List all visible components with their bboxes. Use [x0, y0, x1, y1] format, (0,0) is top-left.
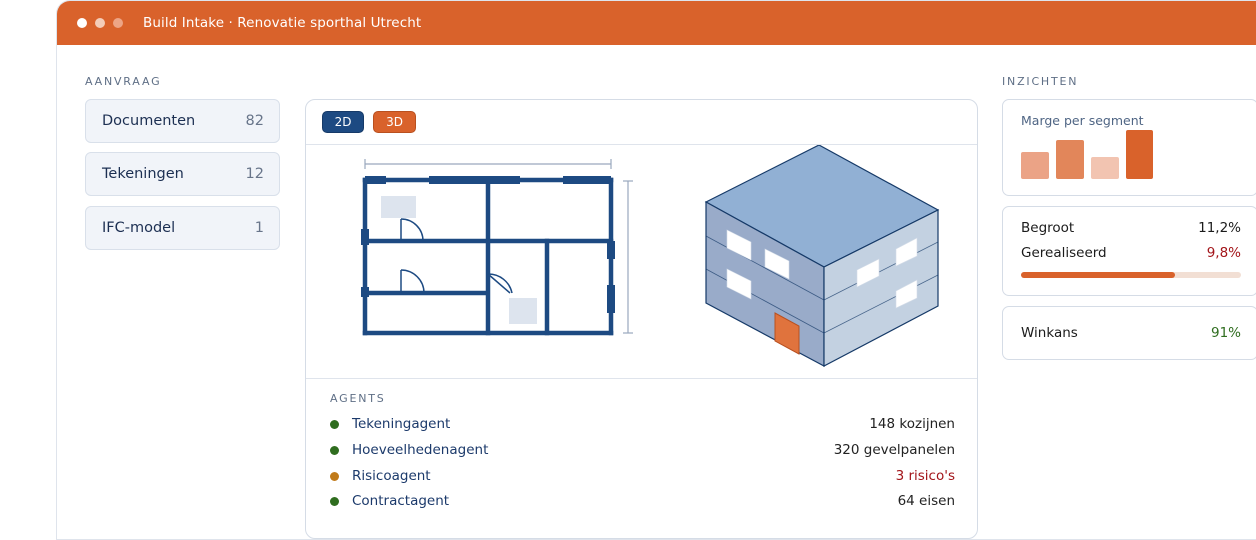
agent-name: Risicoagent — [352, 468, 431, 484]
status-dot-icon — [330, 471, 339, 481]
request-item-count: 1 — [254, 220, 264, 236]
budget-realised-value: 9,8% — [1206, 245, 1241, 261]
agents-section-label: AGENTS — [330, 392, 386, 405]
view-2d-button[interactable]: 2D — [322, 111, 364, 133]
agent-result: 64 eisen — [897, 493, 955, 509]
budget-card[interactable]: Begroot 11,2% Gerealiseerd 9,8% — [1002, 206, 1256, 296]
budget-planned-row: Begroot 11,2% — [1021, 220, 1241, 236]
request-section-label: AANVRAAG — [85, 75, 162, 88]
title-bar: Build Intake · Renovatie sporthal Utrech… — [57, 1, 1256, 45]
window-maximize-dot[interactable] — [113, 18, 123, 28]
win-chance-row: Winkans 91% — [1021, 325, 1241, 341]
agent-name: Contractagent — [352, 493, 450, 509]
floor-plan-drawing[interactable] — [306, 145, 646, 377]
request-item-drawings[interactable]: Tekeningen 12 — [85, 152, 280, 196]
win-chance-card[interactable]: Winkans 91% — [1002, 306, 1256, 360]
request-item-documents[interactable]: Documenten 82 — [85, 99, 280, 143]
agent-row[interactable]: Contractagent 64 eisen — [330, 491, 955, 511]
margin-bar — [1091, 157, 1119, 179]
budget-progress-fill — [1021, 272, 1175, 278]
request-item-ifc-model[interactable]: IFC-model 1 — [85, 206, 280, 250]
agent-name: Hoeveelhedenagent — [352, 442, 489, 458]
request-item-label: IFC-model — [102, 220, 176, 236]
margin-chart-title: Marge per segment — [1021, 113, 1144, 128]
status-dot-icon — [330, 445, 339, 455]
budget-progress-bar — [1021, 272, 1241, 278]
agent-row[interactable]: Tekeningagent 148 kozijnen — [330, 414, 955, 434]
margin-bar — [1056, 140, 1084, 179]
win-chance-label: Winkans — [1021, 325, 1078, 341]
window-close-dot[interactable] — [77, 18, 87, 28]
request-item-count: 12 — [245, 166, 264, 182]
budget-realised-label: Gerealiseerd — [1021, 245, 1107, 261]
budget-planned-label: Begroot — [1021, 220, 1075, 236]
win-chance-value: 91% — [1210, 325, 1241, 341]
agents-divider — [306, 378, 977, 379]
agent-result: 3 risico's — [895, 468, 955, 484]
budget-realised-row: Gerealiseerd 9,8% — [1021, 245, 1241, 261]
margin-bar — [1126, 130, 1153, 179]
agent-row[interactable]: Hoeveelhedenagent 320 gevelpanelen — [330, 440, 955, 460]
status-dot-icon — [330, 496, 339, 506]
model-viewer-card: 2D 3D AGENTS Tekeningagent 148 kozijnen … — [305, 99, 978, 539]
budget-planned-value: 11,2% — [1198, 220, 1241, 236]
window-minimize-dot[interactable] — [95, 18, 105, 28]
insights-section-label: INZICHTEN — [1002, 75, 1079, 88]
building-3d-model[interactable] — [696, 145, 946, 369]
request-item-label: Documenten — [102, 113, 196, 129]
status-dot-icon — [330, 419, 339, 429]
agent-result: 148 kozijnen — [869, 416, 955, 432]
margin-per-segment-card[interactable]: Marge per segment — [1002, 99, 1256, 196]
request-item-label: Tekeningen — [102, 166, 184, 182]
request-item-count: 82 — [245, 113, 264, 129]
margin-bar — [1021, 152, 1049, 179]
agent-result: 320 gevelpanelen — [833, 442, 955, 458]
window-title: Build Intake · Renovatie sporthal Utrech… — [143, 15, 422, 31]
app-window: Build Intake · Renovatie sporthal Utrech… — [56, 0, 1256, 540]
view-3d-button[interactable]: 3D — [373, 111, 416, 133]
agent-row[interactable]: Risicoagent 3 risico's — [330, 466, 955, 486]
agent-name: Tekeningagent — [352, 416, 451, 432]
